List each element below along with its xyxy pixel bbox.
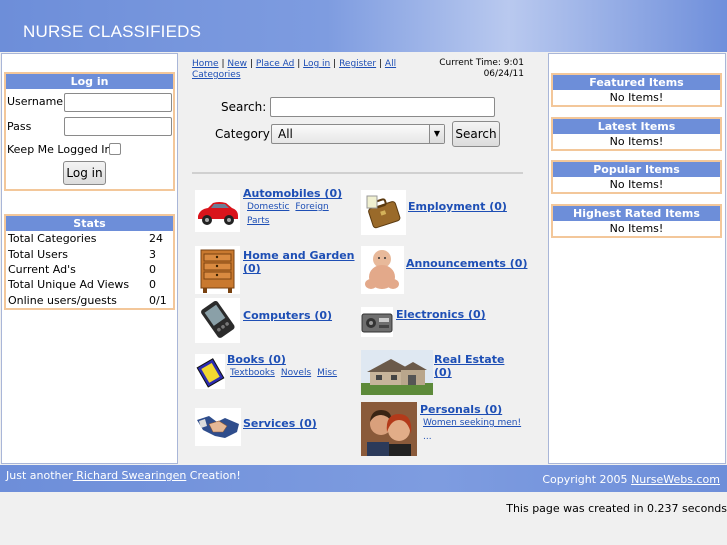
table-row: Total Users 3: [8, 247, 156, 261]
handshake-icon[interactable]: [195, 408, 241, 449]
stats-box: Stats Total Categories 24 Total Users 3 Cu…: [4, 214, 175, 310]
latest-items-box: Latest Items No Items!: [551, 117, 722, 151]
search-label: Search:: [221, 100, 267, 114]
category-real-estate-link[interactable]: Real Estate (0): [434, 353, 504, 379]
table-row: Online users/guests 0/1: [8, 293, 167, 307]
category-personals-link[interactable]: Personals (0): [420, 403, 502, 416]
highest-rated-items-text: No Items!: [609, 222, 664, 235]
category-electronics-link[interactable]: Electronics (0): [396, 308, 486, 321]
highest-rated-items-box: Highest Rated Items No Items!: [551, 204, 722, 238]
footer: Just another Richard Swearingen Creation…: [0, 465, 727, 492]
category-computers-link[interactable]: Computers (0): [243, 309, 332, 322]
category-services-link[interactable]: Services (0): [243, 417, 317, 430]
latest-items-text: No Items!: [609, 135, 664, 148]
search-button[interactable]: Search: [452, 121, 500, 147]
subcategory-novels-link[interactable]: Novels: [281, 368, 311, 378]
category-announcements-link[interactable]: Announcements (0): [406, 257, 527, 270]
footer-copyright: Copyright 2005 NurseWebs.com: [542, 473, 720, 486]
username-input[interactable]: [64, 93, 172, 112]
footer-credit: Just another Richard Swearingen Creation…: [6, 469, 241, 482]
login-button[interactable]: Log in: [63, 161, 106, 185]
popular-items-text: No Items!: [609, 178, 664, 191]
username-label: Username: [7, 95, 64, 108]
password-input[interactable]: [64, 117, 172, 136]
highest-rated-items-heading: Highest Rated Items: [553, 206, 720, 221]
pda-icon[interactable]: [195, 298, 240, 346]
featured-items-heading: Featured Items: [553, 75, 720, 90]
radio-icon[interactable]: [361, 307, 393, 340]
table-row: Total Unique Ad Views 0: [8, 278, 156, 292]
couple-photo-icon[interactable]: [361, 402, 417, 459]
keep-logged-in-checkbox[interactable]: [109, 143, 121, 155]
nav-place-ad-link[interactable]: Place Ad: [256, 59, 295, 69]
automobiles-subcategories: Domestic Foreign Parts: [247, 200, 335, 228]
site-title: NURSE CLASSIFIEDS: [23, 22, 202, 41]
subcategory-textbooks-link[interactable]: Textbooks: [230, 368, 275, 378]
books-icon[interactable]: [195, 354, 225, 392]
popular-items-box: Popular Items No Items!: [551, 160, 722, 194]
category-automobiles-link[interactable]: Automobiles (0): [243, 187, 342, 200]
popular-items-heading: Popular Items: [553, 162, 720, 177]
nursewebs-link[interactable]: NurseWebs.com: [631, 473, 720, 486]
keep-logged-in-label: Keep Me Logged In: [7, 143, 112, 156]
author-link[interactable]: Richard Swearingen: [73, 469, 186, 482]
featured-items-text: No Items!: [609, 91, 664, 104]
briefcase-icon[interactable]: [361, 190, 406, 238]
right-column: [548, 53, 726, 464]
stats-heading: Stats: [6, 216, 173, 231]
more-subcategories: ...: [423, 432, 432, 442]
subcategory-foreign-link[interactable]: Foreign: [295, 202, 328, 212]
category-select[interactable]: All ▼: [271, 124, 445, 144]
nav-categories-link[interactable]: Categories: [192, 70, 241, 80]
stats-table: Total Categories 24 Total Users 3 Current …: [6, 231, 173, 308]
subcategory-domestic-link[interactable]: Domestic: [247, 202, 289, 212]
page-generation-time: This page was created in 0.237 seconds: [506, 502, 727, 515]
header-banner: NURSE CLASSIFIEDS: [0, 0, 727, 52]
table-row: Total Categories 24: [8, 232, 163, 246]
featured-items-box: Featured Items No Items!: [551, 73, 722, 107]
category-employment-link[interactable]: Employment (0): [408, 200, 507, 213]
table-row: Current Ad's 0: [8, 262, 156, 276]
search-input[interactable]: [270, 97, 495, 117]
house-icon[interactable]: [361, 350, 433, 398]
books-subcategories: Textbooks Novels Misc: [230, 366, 343, 380]
latest-items-heading: Latest Items: [553, 119, 720, 134]
divider: [192, 172, 523, 174]
nav-all-link[interactable]: All: [385, 59, 396, 69]
nav-home-link[interactable]: Home: [192, 59, 219, 69]
nav-login-link[interactable]: Log in: [303, 59, 330, 69]
subcategory-parts-link[interactable]: Parts: [247, 216, 269, 226]
chevron-down-icon: ▼: [429, 125, 444, 143]
dresser-icon[interactable]: [195, 246, 240, 297]
pass-label: Pass: [7, 120, 32, 133]
car-icon[interactable]: [195, 190, 240, 235]
current-time: Current Time: 9:01 06/24/11: [439, 58, 524, 79]
category-label: Category: [215, 127, 270, 141]
nav-new-link[interactable]: New: [227, 59, 247, 69]
subcategory-women-seeking-men-link[interactable]: Women seeking men!: [423, 418, 521, 428]
category-home-garden-link[interactable]: Home and Garden (0): [243, 249, 355, 275]
personals-subcategories: Women seeking men! ...: [423, 416, 527, 444]
baby-icon[interactable]: [361, 246, 404, 297]
login-heading: Log in: [6, 74, 173, 89]
category-books-link[interactable]: Books (0): [227, 353, 286, 366]
subcategory-misc-link[interactable]: Misc: [317, 368, 337, 378]
top-nav: Home | New | Place Ad | Log in | Registe…: [192, 59, 397, 80]
nav-register-link[interactable]: Register: [339, 59, 376, 69]
